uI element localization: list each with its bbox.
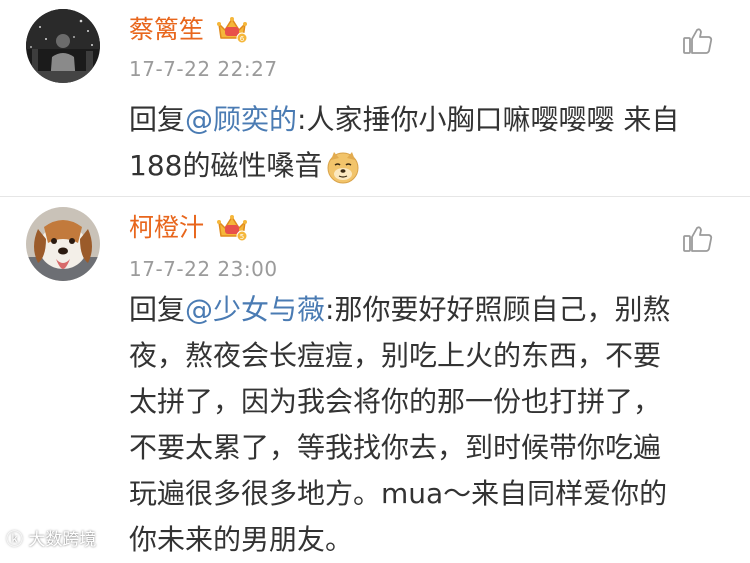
comment-line: 回复@少女与薇:那你要好好照顾自己，别熬 — [129, 287, 725, 333]
crown-vip-icon: 5 — [216, 212, 248, 242]
author-name[interactable]: 蔡篱笙 — [129, 15, 204, 45]
comment-line: 玩遍很多很多地方。mua～来自同样爱你的 — [129, 477, 668, 510]
comment-line: 夜，熬夜会长痘痘，别吃上火的东西，不要 — [129, 339, 662, 372]
comment-line-text: :人家捶你小胸口嘛嘤嘤嘤 来自 — [297, 103, 680, 136]
comment-line: 188的磁性嗓音 — [129, 143, 725, 189]
reply-prefix: 回复 — [129, 103, 186, 136]
comment-text: 回复@顾奕的:人家捶你小胸口嘛嘤嘤嘤 来自 188的磁性嗓音 — [129, 97, 725, 189]
thumbs-up-icon[interactable] — [682, 26, 714, 56]
comment-line-text: :那你要好好照顾自己，别熬 — [325, 293, 671, 326]
comment-time: 17-7-22 22:27 — [129, 57, 278, 81]
comment-line: 回复@顾奕的:人家捶你小胸口嘛嘤嘤嘤 来自 — [129, 97, 725, 143]
svg-text:5: 5 — [240, 233, 244, 241]
comment-line: 太拼了，因为我会将你的那一份也打拼了， — [129, 385, 662, 418]
watermark: ⓚ 大数跨境 — [6, 529, 96, 551]
svg-text:6: 6 — [240, 35, 245, 43]
avatar[interactable] — [26, 9, 100, 83]
avatar[interactable] — [26, 207, 100, 281]
author-name[interactable]: 柯橙汁 — [129, 213, 204, 243]
reply-prefix: 回复 — [129, 293, 186, 326]
mention-link[interactable]: @少女与薇 — [185, 293, 325, 326]
comment-text: 回复@少女与薇:那你要好好照顾自己，别熬 夜，熬夜会长痘痘，别吃上火的东西，不要… — [129, 287, 725, 563]
comment-time: 17-7-22 23:00 — [129, 257, 278, 281]
watermark-logo-icon: ⓚ — [6, 530, 29, 550]
thumbs-up-icon[interactable] — [682, 224, 714, 254]
comment-line: 不要太累了，等我找你去，到时候带你吃遍 — [129, 431, 662, 464]
mention-link[interactable]: @顾奕的 — [185, 103, 297, 136]
crown-vip-icon: 6 — [216, 14, 248, 44]
comment-item: 蔡篱笙 6 17-7-22 22:27 回复@顾奕的:人家捶你小胸口嘛嘤嘤嘤 来… — [0, 0, 750, 196]
comment-line-text: 188的磁性嗓音 — [129, 149, 323, 182]
comment-item: 柯橙汁 5 17-7-22 23:00 回复@少女与薇:那你要好好照顾自己，别熬… — [0, 197, 750, 557]
watermark-text: 大数跨境 — [28, 530, 97, 550]
comment-line: 你未来的男朋友。 — [129, 523, 354, 556]
doge-emoji-icon — [326, 150, 360, 184]
